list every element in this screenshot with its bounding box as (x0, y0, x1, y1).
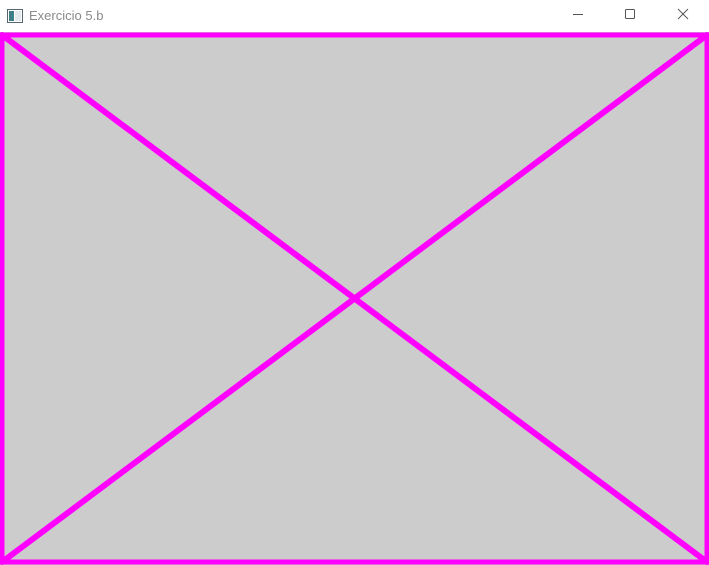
app-icon[interactable] (7, 8, 23, 24)
title-bar[interactable]: Exercicio 5.b (0, 0, 709, 32)
app-window: Exercicio 5.b (0, 0, 709, 565)
drawing-canvas[interactable] (0, 32, 709, 565)
close-icon (677, 7, 689, 25)
minimize-icon (572, 7, 584, 25)
window-title: Exercicio 5.b (29, 8, 104, 23)
close-button[interactable] (656, 0, 709, 32)
minimize-button[interactable] (552, 0, 604, 32)
maximize-button[interactable] (604, 0, 656, 32)
maximize-icon (624, 7, 636, 25)
